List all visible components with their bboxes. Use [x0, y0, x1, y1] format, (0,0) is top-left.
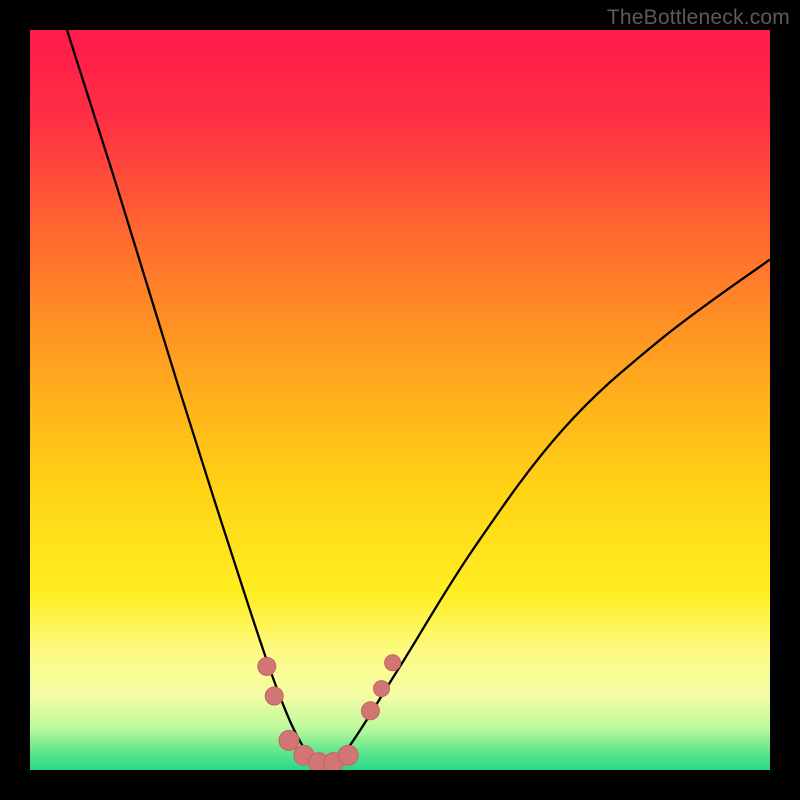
plot-frame: [30, 30, 770, 770]
watermark-text: TheBottleneck.com: [607, 6, 790, 30]
background-gradient: [30, 30, 770, 770]
